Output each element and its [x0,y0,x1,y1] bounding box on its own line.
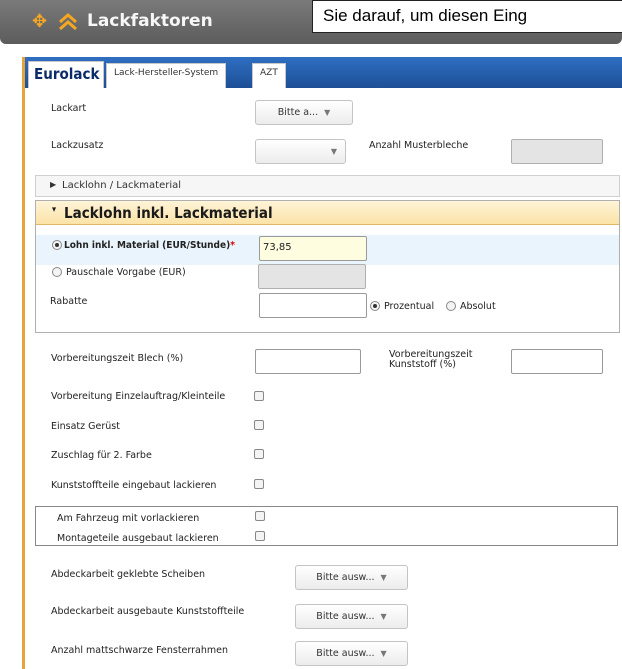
prozentual-radio[interactable] [370,301,380,311]
framed-checkbox-group: Am Fahrzeug mit vorlackieren Montageteil… [35,506,618,546]
lackfaktoren-panel: Eurolack Lack-Hersteller-System AZT Lack… [22,57,622,669]
lackart-label: Lackart [51,103,87,114]
select-value: Bitte ausw... [316,611,375,622]
anzahl-musterbleche-input[interactable] [511,139,603,164]
lohn-label: Lohn inkl. Material (EUR/Stunde)* [64,240,235,251]
einsatz-geruest-checkbox[interactable] [254,420,264,430]
checkbox-label: Einsatz Gerüst [51,421,120,432]
prozentual-label: Prozentual [384,301,435,312]
vorbereitungszeit-blech-label: Vorbereitungszeit Blech (%) [51,353,184,364]
chevron-down-icon: ▼ [324,108,331,117]
triangle-right-icon: ▶ [50,180,57,189]
mattschwarze-fensterrahmen-select[interactable]: Bitte ausw... ▼ [295,641,408,666]
tab-azt[interactable]: AZT [252,63,286,88]
select-label: Anzahl mattschwarze Fensterrahmen [51,645,229,656]
checkbox-label: Zuschlag für 2. Farbe [51,450,152,461]
vorbereitungszeit-blech-input[interactable] [255,349,361,374]
lohn-input[interactable]: 73,85 [259,236,367,261]
lackart-select-value: Bitte a... [277,107,319,118]
pauschale-input[interactable] [258,264,366,289]
checkbox-label: Kunststoffteile eingebaut lackieren [51,480,217,491]
lohn-radio[interactable] [52,240,62,250]
chevron-down-icon: ▼ [330,147,337,156]
montageteile-ausgebaut-checkbox[interactable] [255,531,265,541]
double-chevron-up-icon[interactable] [57,11,79,31]
accordion-lacklohn-inkl-material-label: Lacklohn inkl. Lackmaterial [64,204,273,222]
pauschale-radio[interactable] [52,267,62,277]
lackart-select[interactable]: Bitte a... ▼ [255,100,353,125]
lackzusatz-select[interactable]: ▼ [255,139,346,164]
abdeckarbeit-scheiben-select[interactable]: Bitte ausw... ▼ [295,565,408,590]
accordion-lacklohn-inkl-material: ▾ Lacklohn inkl. Lackmaterial Lohn inkl.… [35,200,620,333]
anzahl-musterbleche-label: Anzahl Musterbleche [369,140,469,151]
checkbox-label: Vorbereitung Einzelauftrag/Kleinteile [51,391,226,402]
accordion-lacklohn-lackmaterial[interactable]: ▶ Lacklohn / Lackmaterial [35,175,620,197]
rabatte-label: Rabatte [50,296,88,307]
chevron-down-icon: ▼ [380,649,387,658]
select-label: Abdeckarbeit geklebte Scheiben [51,569,206,580]
select-value: Bitte ausw... [316,648,375,659]
checkbox-label: Montageteile ausgebaut lackieren [57,533,219,544]
select-value: Bitte ausw... [316,572,375,583]
zuschlag-2-farbe-checkbox[interactable] [254,449,264,459]
vorbereitung-einzelauftrag-checkbox[interactable] [254,391,264,401]
accordion-lacklohn-inkl-material-header[interactable]: ▾ Lacklohn inkl. Lackmaterial [36,201,619,225]
vorbereitungszeit-kunststoff-input[interactable] [511,349,603,374]
lohn-label-text: Lohn inkl. Material (EUR/Stunde) [64,240,231,251]
triangle-down-icon: ▾ [52,205,57,215]
absolut-radio[interactable] [446,301,456,311]
tab-eurolack[interactable]: Eurolack [28,61,105,88]
checkbox-label: Am Fahrzeug mit vorlackieren [57,513,200,524]
chevron-down-icon: ▼ [380,612,387,621]
vorbereitungszeit-kunststoff-label: Vorbereitungszeit Kunststoff (%) [389,350,472,370]
move-arrows-icon[interactable]: ✥ [32,13,47,31]
abdeckarbeit-kunststoffteile-select[interactable]: Bitte ausw... ▼ [295,604,408,629]
tooltip: Sie darauf, um diesen Eing [312,0,622,33]
window-title: Lackfaktoren [87,11,213,31]
kunststoffteile-eingebaut-checkbox[interactable] [254,479,264,489]
vorbereitungszeit-kunststoff-label-line2: Kunststoff (%) [389,359,456,370]
chevron-down-icon: ▼ [380,573,387,582]
am-fahrzeug-vorlackieren-checkbox[interactable] [255,511,265,521]
required-marker: * [230,240,235,251]
accordion-lacklohn-lackmaterial-label: Lacklohn / Lackmaterial [62,180,182,191]
tab-bar: Eurolack Lack-Hersteller-System AZT [25,57,622,88]
rabatte-input[interactable] [259,293,367,318]
pauschale-label: Pauschale Vorgabe (EUR) [66,267,186,278]
tab-lack-hersteller-system[interactable]: Lack-Hersteller-System [106,63,227,88]
lackzusatz-label: Lackzusatz [51,140,104,151]
select-label: Abdeckarbeit ausgebaute Kunststoffteile [51,606,245,617]
absolut-label: Absolut [460,301,496,312]
